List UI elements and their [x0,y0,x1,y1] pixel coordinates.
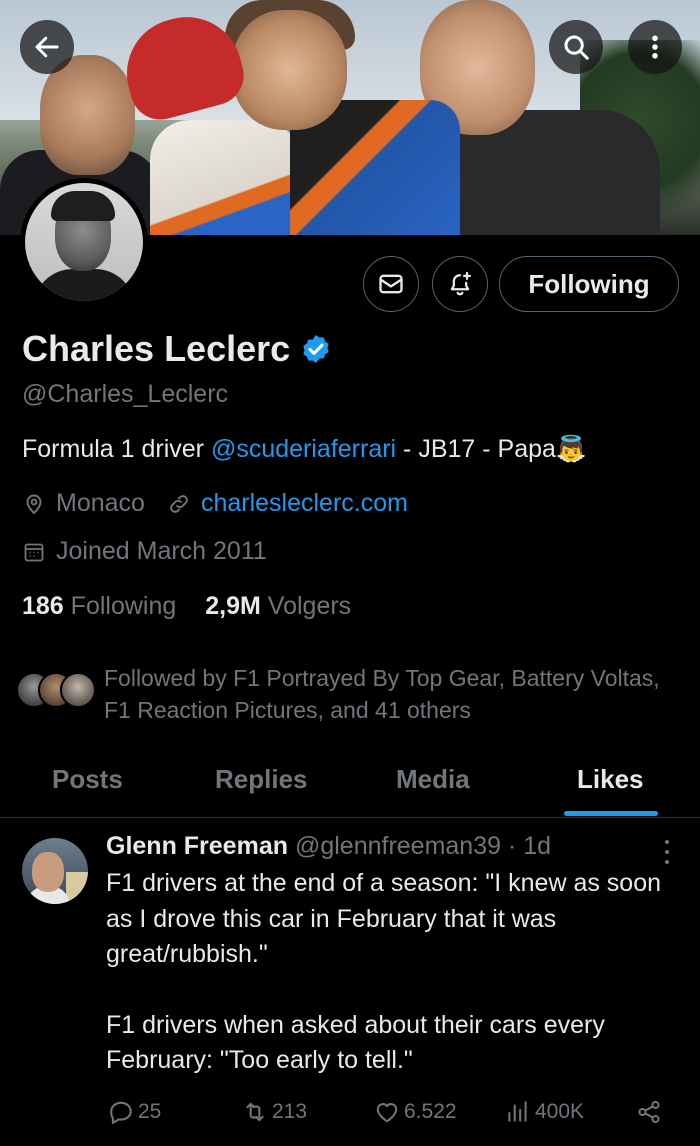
avatar-suit [33,269,135,301]
verified-badge-icon[interactable] [300,333,332,365]
post-body: F1 drivers at the end of a season: "I kn… [106,866,686,1079]
link-icon [170,494,188,513]
joined-row: Joined March 2011 [22,537,267,566]
tab-media[interactable]: Media [396,764,470,795]
post-header: Glenn Freeman @glennfreeman39 · 1d [106,832,551,861]
like-button[interactable]: 6.522 [374,1095,457,1129]
like-count: 6.522 [404,1100,457,1123]
profile-tabs: Posts Replies Media Likes [0,750,700,818]
banner-driver-suit [150,120,300,235]
post-paragraph: F1 drivers when asked about their cars e… [106,1010,605,1075]
view-count: 400K [535,1100,585,1123]
reply-count: 25 [138,1100,162,1123]
arrow-left-icon [35,36,59,58]
bio-mention-link[interactable]: @scuderiaferrari [211,435,396,463]
avatar-photo [25,183,143,301]
bar-chart-icon [508,1101,527,1122]
post-more-icon[interactable] [662,838,672,866]
following-label: Following [70,592,177,620]
profile-name-row: Charles Leclerc [22,328,332,370]
profile-handle: @Charles_Leclerc [22,380,229,408]
post-author-avatar[interactable] [22,838,88,904]
share-button[interactable] [636,1095,666,1129]
bio-text: Formula 1 driver [22,435,211,463]
avatar[interactable] [20,178,148,306]
angel-emoji: 👼 [555,435,588,463]
profile-location: Monaco [56,489,145,517]
avatar-face [32,852,64,892]
repost-count: 213 [272,1100,308,1123]
reply-bubble-icon [110,1101,132,1124]
post-author-handle[interactable]: @glennfreeman39 [295,832,501,860]
profile-bio: Formula 1 driver @scuderiaferrari - JB17… [22,435,587,464]
location-pin-icon [26,494,42,514]
tab-likes[interactable]: Likes [577,764,644,795]
post-author-name[interactable]: Glenn Freeman [106,832,288,860]
back-button[interactable] [20,20,74,74]
followed-by-text[interactable]: Followed by F1 Portrayed By Top Gear, Ba… [104,662,664,726]
following-count-link[interactable]: 186 Following [22,592,176,620]
share-icon [638,1100,660,1124]
follow-counts: 186 Following 2,9M Volgers [22,592,351,621]
followers-count-link[interactable]: 2,9M Volgers [205,592,351,620]
follower-avatar [60,672,96,708]
profile-joined-date: Joined March 2011 [56,537,267,565]
avatar-hair [51,191,115,221]
calendar-icon [24,543,44,561]
following-count: 186 [22,592,64,620]
bell-plus-icon [450,271,472,296]
views-button[interactable]: 400K [505,1095,584,1129]
location-row: Monaco charlesleclerc.com [22,489,408,518]
followers-label: Volgers [267,592,352,620]
search-icon [564,35,589,60]
banner-person-face [232,10,347,130]
tab-replies[interactable]: Replies [215,764,308,795]
avatar-background [66,872,88,904]
post-time[interactable]: · 1d [508,832,551,860]
following-button[interactable]: Following [499,256,679,312]
repost-icon [246,1102,264,1122]
heart-icon [376,1103,398,1123]
profile-name: Charles Leclerc [22,328,291,369]
active-tab-indicator [564,811,658,816]
repost-button[interactable]: 213 [242,1095,307,1129]
notifications-button[interactable] [432,256,488,312]
reply-button[interactable]: 25 [108,1095,161,1129]
tab-posts[interactable]: Posts [52,764,123,795]
search-button[interactable] [549,20,603,74]
envelope-icon [379,274,403,294]
profile-website-link[interactable]: charlesleclerc.com [201,489,408,518]
post-paragraph: F1 drivers at the end of a season: "I kn… [106,869,662,968]
more-vertical-icon [652,35,658,59]
followers-count: 2,9M [205,592,261,620]
bio-text: - JB17 - Papa [396,435,556,463]
message-button[interactable] [363,256,419,312]
more-button[interactable] [628,20,682,74]
